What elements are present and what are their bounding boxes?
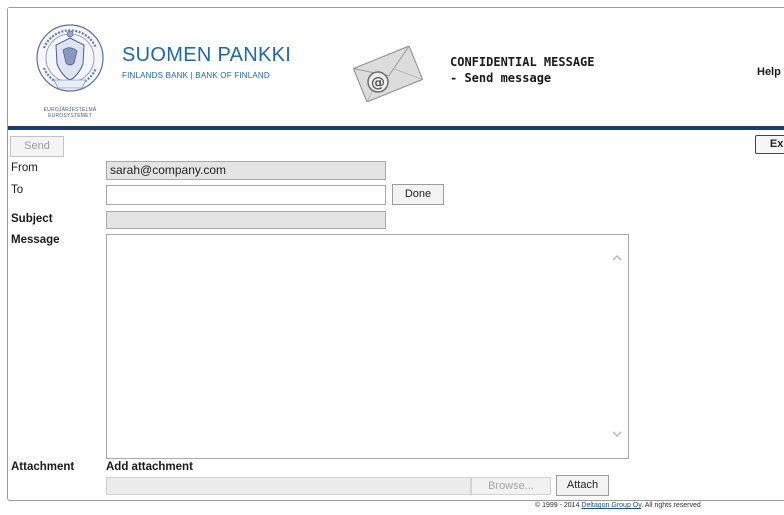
attachment-file-field[interactable] bbox=[106, 477, 471, 495]
from-label: From bbox=[11, 162, 38, 174]
page-header: EUROJÄRJESTELMÄ EUROSYSTEMET SUOMEN PANK… bbox=[8, 8, 784, 126]
subject-label: Subject bbox=[11, 213, 53, 225]
copyright-years: © 1999 - 2014 bbox=[535, 502, 580, 509]
browse-button[interactable]: Browse... bbox=[471, 477, 551, 495]
help-link[interactable]: Help bbox=[757, 66, 781, 78]
bank-subtitle: FINLANDS BANK | BANK OF FINLAND bbox=[122, 71, 270, 80]
message-label: Message bbox=[11, 234, 60, 246]
attach-button[interactable]: Attach bbox=[556, 475, 609, 496]
envelope-at-icon: @ bbox=[352, 46, 424, 102]
to-label: To bbox=[11, 184, 24, 196]
svg-text:@: @ bbox=[371, 75, 385, 91]
rights-text: . All rights reserved bbox=[641, 502, 701, 509]
message-textarea[interactable] bbox=[106, 234, 629, 459]
scroll-up-icon[interactable] bbox=[611, 252, 623, 264]
company-link[interactable]: Deltagon Group Oy bbox=[581, 502, 641, 509]
footer-copyright: © 1999 - 2014 Deltagon Group Oy. All rig… bbox=[535, 502, 701, 509]
to-input[interactable] bbox=[106, 185, 386, 205]
subject-field[interactable] bbox=[106, 211, 386, 229]
add-attachment-label: Add attachment bbox=[106, 461, 193, 473]
done-button[interactable]: Done bbox=[392, 184, 444, 205]
from-field: sarah@company.com bbox=[106, 161, 386, 180]
exit-button[interactable]: Exit bbox=[755, 135, 784, 154]
bank-name: SUOMEN PANKKI bbox=[122, 44, 292, 66]
header-divider-bar bbox=[8, 126, 784, 130]
attachment-label: Attachment bbox=[11, 461, 75, 473]
seal-caption: EUROJÄRJESTELMÄ EUROSYSTEMET bbox=[24, 107, 116, 119]
send-button[interactable]: Send bbox=[10, 136, 64, 157]
app-window: EUROJÄRJESTELMÄ EUROSYSTEMET SUOMEN PANK… bbox=[7, 7, 784, 501]
scroll-down-icon[interactable] bbox=[611, 428, 623, 440]
message-title: CONFIDENTIAL MESSAGE bbox=[450, 55, 595, 69]
message-subtitle: - Send message bbox=[450, 71, 552, 85]
seal-caption-line-2: EUROSYSTEMET bbox=[48, 113, 92, 119]
